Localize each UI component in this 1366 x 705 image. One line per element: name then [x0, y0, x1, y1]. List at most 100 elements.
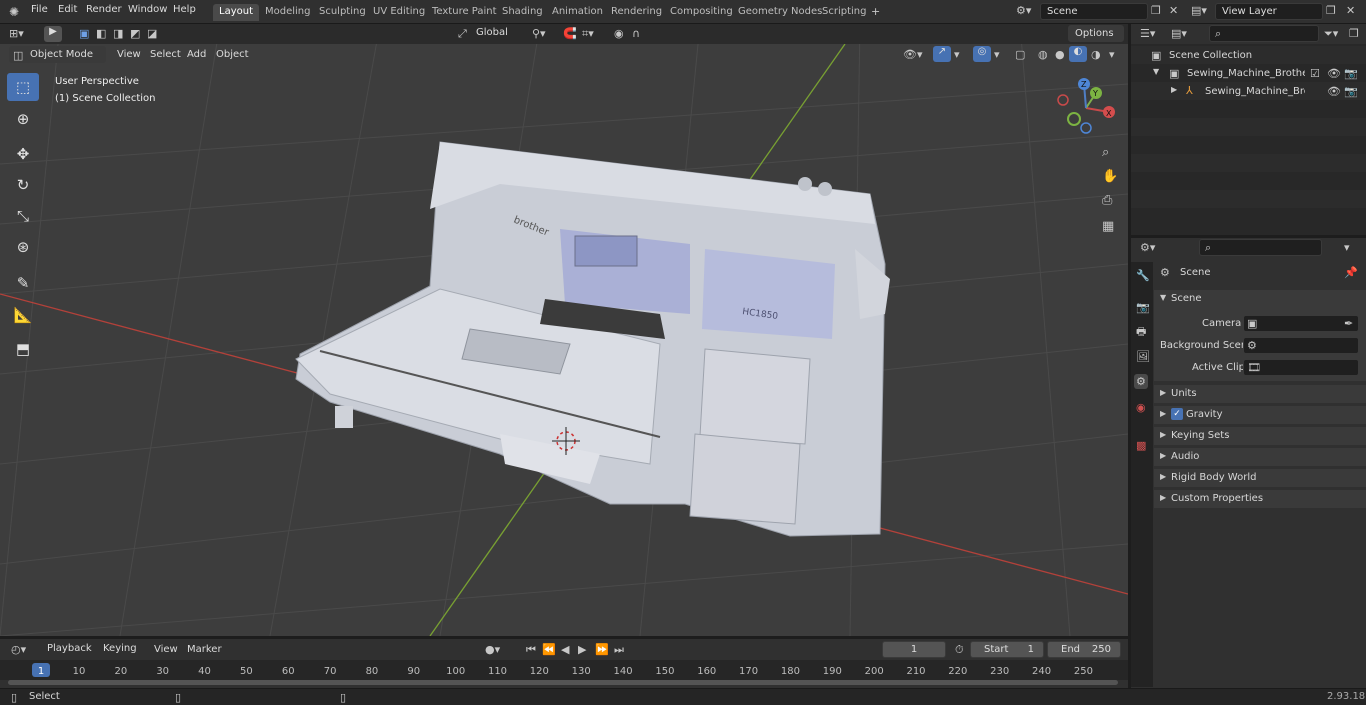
- background-scene-field[interactable]: [1243, 337, 1359, 354]
- falloff-icon[interactable]: ∩: [632, 28, 640, 39]
- expand-right-icon[interactable]: ▶: [1171, 86, 1177, 94]
- keying-menu[interactable]: Keying: [97, 641, 145, 658]
- timeline-view-menu[interactable]: View: [154, 644, 178, 655]
- rendered-shading-icon[interactable]: ◑: [1091, 49, 1101, 60]
- overlays-dropdown-icon[interactable]: ▾: [994, 49, 1000, 60]
- camera-field[interactable]: [1243, 315, 1359, 332]
- visibility-icon[interactable]: 👁▾: [903, 49, 923, 60]
- object-eye-icon[interactable]: 👁: [1327, 86, 1341, 97]
- play-reverse-icon[interactable]: ◀: [561, 644, 569, 655]
- view-layer-field[interactable]: View Layer: [1215, 3, 1323, 20]
- outliner-row-collection[interactable]: ▼ ▣ Sewing_Machine_Brother_HC ☑ 👁 📷: [1131, 64, 1366, 82]
- collection-eye-icon[interactable]: 👁: [1327, 68, 1341, 79]
- select-box-tool-icon[interactable]: ⬚: [7, 73, 39, 101]
- expand-down-icon[interactable]: ▼: [1153, 68, 1159, 76]
- menu-file[interactable]: File: [31, 4, 48, 15]
- transform-orientation-dropdown[interactable]: Global: [470, 25, 525, 42]
- delete-scene-icon[interactable]: ✕: [1169, 5, 1178, 16]
- subpanel-audio[interactable]: ▶ Audio: [1154, 448, 1366, 466]
- add-workspace-icon[interactable]: +: [871, 6, 880, 17]
- transform-tool-icon[interactable]: ⊛: [7, 233, 39, 261]
- pin-icon[interactable]: 📌: [1344, 267, 1358, 278]
- pivot-point-icon[interactable]: ⚲▾: [532, 28, 546, 39]
- scene-panel-header[interactable]: ▼ Scene: [1154, 290, 1366, 308]
- shading-dropdown-icon[interactable]: ▾: [1109, 49, 1115, 60]
- filter-icon[interactable]: ⏷▾: [1324, 28, 1338, 39]
- output-tab-icon[interactable]: 🖶: [1136, 326, 1146, 337]
- add-cube-tool-icon[interactable]: ⬒: [7, 335, 39, 363]
- view-layer-icon[interactable]: ▤▾: [1191, 5, 1207, 16]
- tab-scripting[interactable]: Scripting: [816, 4, 872, 21]
- outliner-editor-icon[interactable]: ☰▾: [1140, 28, 1155, 39]
- new-scene-icon[interactable]: ❐: [1151, 5, 1161, 16]
- select-mode-new-icon[interactable]: ▣: [79, 28, 89, 39]
- menu-select[interactable]: Select: [150, 49, 181, 60]
- wireframe-shading-icon[interactable]: ◍: [1038, 49, 1048, 60]
- tab-texture-paint[interactable]: Texture Paint: [426, 4, 503, 21]
- display-mode-icon[interactable]: ▤▾: [1171, 28, 1187, 39]
- navigation-gizmo[interactable]: X Y Z: [1052, 76, 1122, 146]
- collection-checkbox-icon[interactable]: ☑: [1310, 68, 1320, 79]
- tab-uv-editing[interactable]: UV Editing: [367, 4, 431, 21]
- start-frame-field[interactable]: Start 1: [970, 641, 1044, 658]
- current-frame-field[interactable]: 1: [882, 641, 946, 658]
- play-icon[interactable]: ▶: [578, 644, 586, 655]
- texture-tab-icon[interactable]: ▩: [1136, 440, 1146, 451]
- subpanel-rigid-body-world[interactable]: ▶ Rigid Body World: [1154, 469, 1366, 487]
- scene-icon[interactable]: ⚙▾: [1016, 5, 1031, 16]
- outliner-row-object[interactable]: ▶ ⅄ Sewing_Machine_Brother 👁 📷: [1131, 82, 1366, 100]
- properties-search-input[interactable]: [1199, 239, 1322, 256]
- object-camera-icon[interactable]: 📷: [1344, 86, 1358, 97]
- material-shading-icon[interactable]: ◐: [1069, 46, 1087, 62]
- menu-help[interactable]: Help: [173, 4, 196, 15]
- pan-hand-icon[interactable]: ✋: [1102, 170, 1118, 183]
- jump-end-icon[interactable]: ⏭: [614, 644, 624, 655]
- select-mode-invert-icon[interactable]: ◩: [130, 28, 140, 39]
- scene-tab-icon[interactable]: ⚙: [1134, 374, 1148, 389]
- gizmo-dropdown-icon[interactable]: ▾: [954, 49, 960, 60]
- properties-options-icon[interactable]: ▾: [1344, 242, 1350, 253]
- select-mode-subtract-icon[interactable]: ◨: [113, 28, 123, 39]
- tab-rendering[interactable]: Rendering: [605, 4, 668, 21]
- snap-icon[interactable]: 🧲: [563, 28, 577, 39]
- tab-animation[interactable]: Animation: [546, 4, 609, 21]
- scale-tool-icon[interactable]: ⤡: [7, 202, 39, 230]
- view-layer-tab-icon[interactable]: 🖼: [1136, 351, 1150, 362]
- 3d-viewport[interactable]: brother HC1850 User Perspective (1) Scen…: [0, 24, 1128, 636]
- gravity-checkbox[interactable]: ✓: [1171, 408, 1183, 420]
- camera-view-icon[interactable]: ⎙: [1102, 194, 1112, 207]
- menu-window[interactable]: Window: [128, 4, 167, 15]
- select-mode-intersect-icon[interactable]: ◪: [147, 28, 157, 39]
- object-mode-dropdown[interactable]: Object Mode: [9, 46, 106, 63]
- orientation-icon[interactable]: ⤢: [458, 28, 467, 39]
- subpanel-custom-properties[interactable]: ▶ Custom Properties: [1154, 490, 1366, 508]
- delete-view-layer-icon[interactable]: ✕: [1346, 5, 1355, 16]
- stopwatch-icon[interactable]: ⏱: [955, 644, 964, 655]
- properties-editor-icon[interactable]: ⚙▾: [1140, 242, 1155, 253]
- timeline-editor-icon[interactable]: ◴▾: [11, 644, 26, 655]
- annotate-tool-icon[interactable]: ✎: [7, 269, 39, 297]
- tab-sculpting[interactable]: Sculpting: [313, 4, 372, 21]
- timeline-scrollbar[interactable]: [8, 680, 1118, 685]
- eyedropper-icon[interactable]: ✒: [1344, 318, 1353, 329]
- record-icon[interactable]: ●▾: [485, 644, 500, 655]
- menu-object[interactable]: Object: [216, 49, 249, 60]
- menu-add[interactable]: Add: [187, 49, 206, 60]
- prev-keyframe-icon[interactable]: ⏪: [542, 644, 556, 655]
- world-tab-icon[interactable]: ◉: [1136, 402, 1146, 413]
- outliner-row-root[interactable]: ▣ Scene Collection: [1131, 46, 1366, 64]
- ortho-grid-icon[interactable]: ▦: [1102, 220, 1114, 233]
- proportional-edit-icon[interactable]: ◉: [614, 28, 624, 39]
- xray-icon[interactable]: ▢: [1015, 49, 1025, 60]
- options-dropdown[interactable]: Options: [1068, 25, 1124, 42]
- zoom-icon[interactable]: ⌕: [1102, 146, 1109, 159]
- editor-type-icon[interactable]: ⊞▾: [9, 28, 24, 39]
- new-view-layer-icon[interactable]: ❐: [1326, 5, 1336, 16]
- tool-tab-icon[interactable]: 🔧: [1136, 270, 1150, 281]
- tab-layout[interactable]: Layout: [213, 4, 259, 21]
- blender-logo-icon[interactable]: ✺: [9, 6, 19, 18]
- subpanel-units[interactable]: ▶ Units: [1154, 385, 1366, 403]
- next-keyframe-icon[interactable]: ⏩: [595, 644, 609, 655]
- scene-field[interactable]: Scene: [1040, 3, 1148, 20]
- menu-edit[interactable]: Edit: [58, 4, 77, 15]
